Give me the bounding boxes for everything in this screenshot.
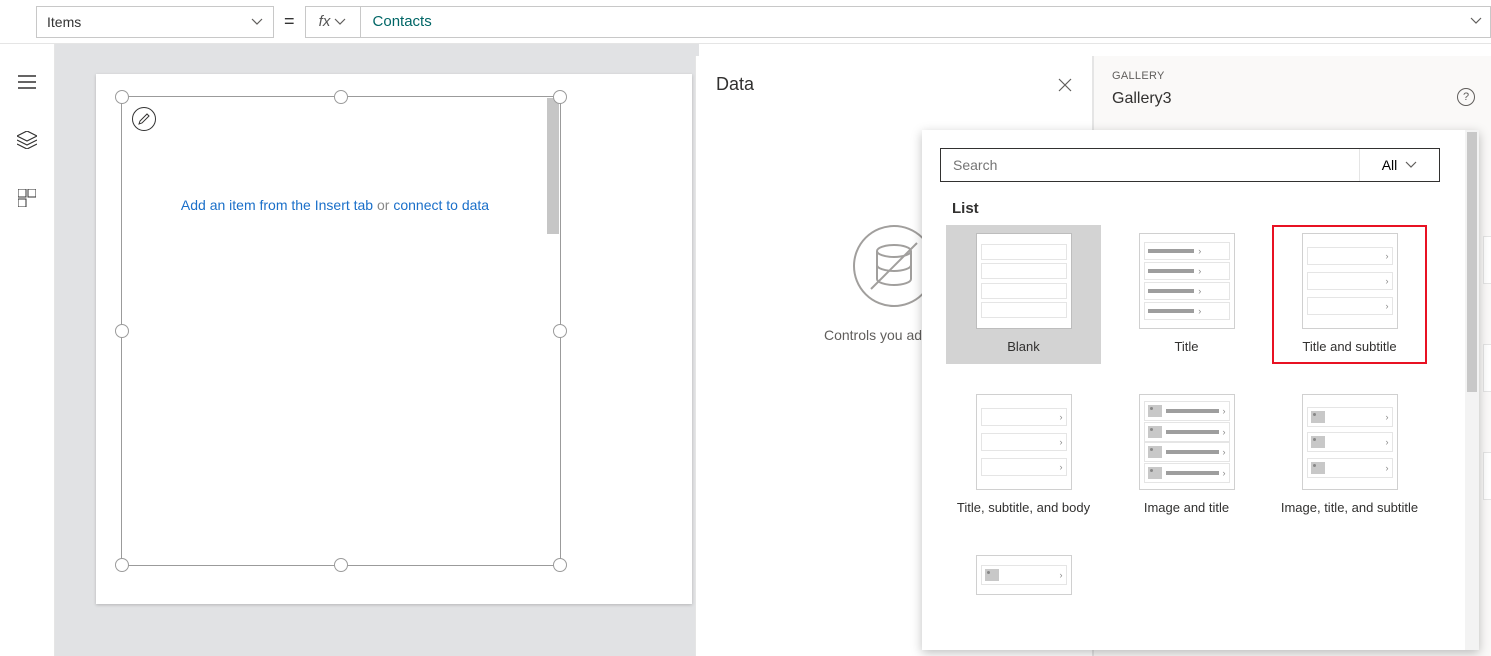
layout-thumb-icon: ›: [976, 555, 1072, 595]
flyout-scrollbar[interactable]: [1465, 130, 1479, 650]
formula-bar: Items = fx Contacts: [0, 0, 1491, 44]
close-icon[interactable]: [1058, 78, 1072, 92]
formula-input[interactable]: Contacts: [360, 6, 1491, 38]
property-dropdown[interactable]: Items: [36, 6, 274, 38]
chevron-down-icon: [334, 16, 346, 28]
layout-option-more[interactable]: ›: [946, 547, 1101, 603]
layout-option-title-subtitle-body[interactable]: › › › Title, subtitle, and body: [946, 386, 1101, 525]
properties-crumb: GALLERY: [1112, 70, 1473, 82]
gallery-control[interactable]: Add an item from the Insert tab or conne…: [121, 96, 561, 566]
layout-thumb-icon: › › › ›: [1139, 394, 1235, 490]
filter-dropdown[interactable]: All: [1359, 149, 1439, 181]
hint-connect-link[interactable]: connect to data: [393, 197, 489, 213]
hint-or: or: [373, 197, 393, 213]
property-dropdown-label: Items: [47, 14, 81, 30]
resize-handle[interactable]: [115, 558, 129, 572]
fx-label: fx: [319, 13, 331, 30]
layout-label: Title: [1174, 339, 1198, 356]
layout-option-image-title-subtitle[interactable]: › › › Image, title, and subtitle: [1272, 386, 1427, 525]
layout-thumb-icon: › › ›: [976, 394, 1072, 490]
layout-option-title[interactable]: › › › › Title: [1109, 225, 1264, 364]
accordion-tab[interactable]: [1483, 236, 1491, 284]
layout-label: Image, title, and subtitle: [1281, 500, 1418, 517]
hint-insert-link[interactable]: Add an item from the Insert tab: [181, 197, 373, 213]
help-icon[interactable]: ?: [1457, 88, 1475, 106]
gallery-hint: Add an item from the Insert tab or conne…: [122, 197, 548, 213]
layout-label: Blank: [1007, 339, 1040, 356]
pencil-icon: [138, 113, 150, 125]
section-label: List: [952, 200, 1465, 217]
left-rail: [0, 44, 55, 656]
layout-option-title-subtitle[interactable]: › › › Title and subtitle: [1272, 225, 1427, 364]
hamburger-icon[interactable]: [17, 72, 37, 92]
layers-icon[interactable]: [17, 130, 37, 150]
layout-flyout: All List Blank › › ›: [922, 130, 1479, 650]
resize-handle[interactable]: [115, 324, 129, 338]
layout-label: Title and subtitle: [1302, 339, 1396, 356]
resize-handle[interactable]: [553, 90, 567, 104]
layout-grid: Blank › › › › Title › › › Title an: [940, 225, 1465, 603]
layout-thumb-icon: › › ›: [1302, 394, 1398, 490]
resize-handle[interactable]: [553, 324, 567, 338]
canvas-area: Add an item from the Insert tab or conne…: [55, 44, 699, 656]
scrollbar-thumb[interactable]: [1467, 132, 1477, 392]
resize-handle[interactable]: [115, 90, 129, 104]
canvas-page[interactable]: Add an item from the Insert tab or conne…: [96, 74, 692, 604]
chevron-down-icon: [1405, 159, 1417, 171]
chevron-down-icon: [251, 16, 263, 28]
layout-label: Title, subtitle, and body: [957, 500, 1090, 517]
layout-label: Image and title: [1144, 500, 1229, 517]
layout-option-blank[interactable]: Blank: [946, 225, 1101, 364]
chevron-down-icon[interactable]: [1470, 15, 1482, 27]
components-icon[interactable]: [17, 188, 37, 208]
accordion-tab[interactable]: [1483, 344, 1491, 392]
accordion-tab[interactable]: [1483, 452, 1491, 500]
layout-thumb-icon: › › ›: [1302, 233, 1398, 329]
resize-handle[interactable]: [553, 558, 567, 572]
layout-thumb-icon: [976, 233, 1072, 329]
fx-button[interactable]: fx: [305, 6, 360, 38]
resize-handle[interactable]: [334, 90, 348, 104]
layout-option-image-title[interactable]: › › › › Image and title: [1109, 386, 1264, 525]
resize-handle[interactable]: [334, 558, 348, 572]
data-pane-title: Data: [716, 74, 754, 95]
formula-expression: Contacts: [373, 13, 432, 30]
layout-thumb-icon: › › › ›: [1139, 233, 1235, 329]
equals-label: =: [284, 11, 295, 32]
gallery-scrollbar[interactable]: [547, 98, 559, 234]
edit-pencil-button[interactable]: [132, 107, 156, 131]
search-row: All: [940, 148, 1440, 182]
filter-dropdown-label: All: [1382, 157, 1398, 173]
search-input[interactable]: [941, 149, 1359, 181]
properties-title: Gallery3: [1112, 90, 1473, 108]
